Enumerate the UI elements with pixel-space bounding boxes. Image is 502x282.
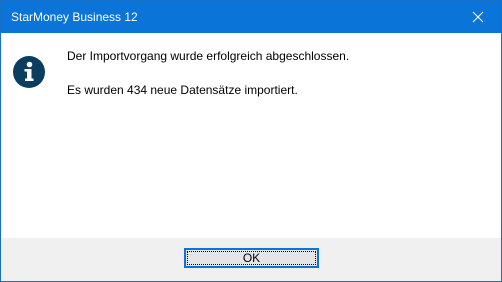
window-title: StarMoney Business 12 <box>11 10 138 24</box>
button-bar: OK <box>1 238 501 281</box>
close-button[interactable] <box>455 1 501 33</box>
dialog-content: Der Importvorgang wurde erfolgreich abge… <box>1 33 501 238</box>
close-icon <box>472 11 484 23</box>
title-bar[interactable]: StarMoney Business 12 <box>1 1 501 33</box>
message-dialog: StarMoney Business 12 Der Importvorgang … <box>0 0 502 282</box>
ok-button[interactable]: OK <box>184 248 319 268</box>
message-line-1: Der Importvorgang wurde erfolgreich abge… <box>67 49 350 63</box>
message-line-2: Es wurden 434 neue Datensätze importiert… <box>67 83 298 97</box>
info-icon <box>13 56 45 88</box>
